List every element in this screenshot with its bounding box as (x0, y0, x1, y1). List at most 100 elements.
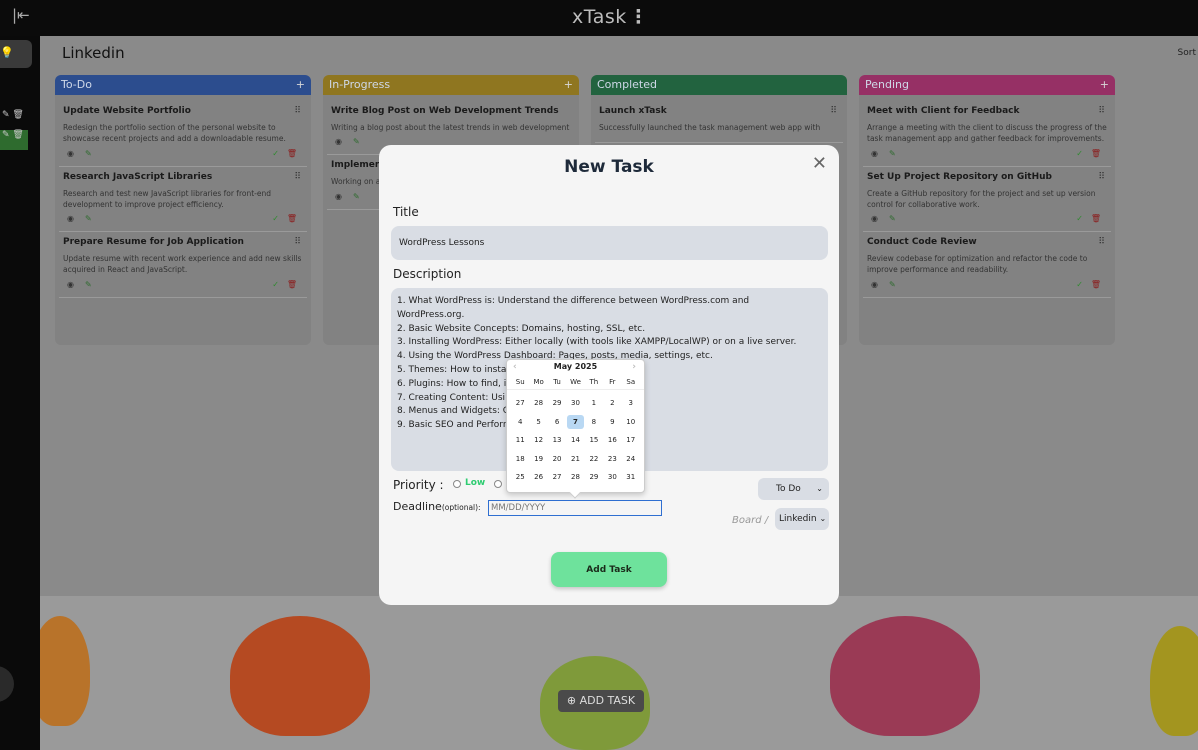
calendar-day[interactable]: 24 (623, 452, 639, 467)
calendar-day[interactable]: 31 (623, 470, 639, 485)
calendar-day[interactable]: 3 (623, 396, 639, 411)
sidebar-board-item-active[interactable]: ✎ 🗑 (0, 130, 28, 150)
title-input[interactable] (391, 226, 828, 260)
calendar-day[interactable]: 28 (530, 396, 546, 411)
calendar-day[interactable]: 2 (604, 396, 620, 411)
add-card-icon[interactable]: + (296, 78, 305, 91)
collapse-sidebar-icon[interactable]: |⇤ (12, 6, 30, 24)
task-card[interactable]: Meet with Client for Feedback ⠿ Arrange … (863, 101, 1111, 167)
calendar-day[interactable]: 11 (512, 433, 528, 448)
edit-icon[interactable]: ✎ (889, 214, 896, 223)
view-icon[interactable]: ◉ (67, 214, 74, 223)
calendar-day[interactable]: 30 (604, 470, 620, 485)
priority-low-radio[interactable] (453, 480, 461, 488)
calendar-day[interactable]: 8 (586, 415, 602, 430)
status-select[interactable]: To Do ⌄ (758, 478, 829, 500)
trash-icon[interactable]: 🗑 (1091, 280, 1101, 289)
calendar-day[interactable]: 16 (604, 433, 620, 448)
task-card[interactable]: Launch xTask ⠿ Successfully launched the… (595, 101, 843, 144)
edit-icon[interactable]: ✎ (889, 149, 896, 158)
trash-icon[interactable]: 🗑 (12, 130, 23, 140)
view-icon[interactable]: ◉ (67, 149, 74, 158)
drag-handle-icon[interactable]: ⠿ (294, 172, 301, 182)
next-month-icon[interactable]: › (632, 360, 636, 374)
calendar-day[interactable]: 20 (549, 452, 565, 467)
edit-icon[interactable]: ✎ (85, 280, 92, 289)
calendar-day[interactable]: 28 (567, 470, 583, 485)
kebab-icon[interactable]: ⋮ (629, 6, 649, 28)
calendar-day[interactable]: 17 (623, 433, 639, 448)
check-icon[interactable]: ✓ (1076, 149, 1083, 158)
calendar-day[interactable]: 14 (567, 433, 583, 448)
close-icon[interactable]: ✕ (812, 153, 827, 174)
task-card[interactable]: Update Website Portfolio ⠿ Redesign the … (59, 101, 307, 167)
trash-icon[interactable]: 🗑 (12, 110, 23, 120)
prev-month-icon[interactable]: ‹ (513, 360, 517, 374)
calendar-day[interactable]: 4 (512, 415, 528, 430)
view-icon[interactable]: ◉ (67, 280, 74, 289)
priority-medium-radio[interactable] (494, 480, 502, 488)
add-card-icon[interactable]: + (1100, 78, 1109, 91)
sort-button[interactable]: Sort (1178, 48, 1196, 58)
drag-handle-icon[interactable]: ⠿ (1098, 106, 1105, 116)
edit-icon[interactable]: ✎ (353, 137, 360, 146)
check-icon[interactable]: ✓ (1076, 214, 1083, 223)
priority-low-label[interactable]: Low (465, 478, 485, 488)
calendar-day[interactable]: 27 (549, 470, 565, 485)
drag-handle-icon[interactable]: ⠿ (294, 237, 301, 247)
calendar-day[interactable]: 23 (604, 452, 620, 467)
edit-icon[interactable]: ✎ (85, 214, 92, 223)
drag-handle-icon[interactable]: ⠿ (830, 106, 837, 116)
calendar-day[interactable]: 13 (549, 433, 565, 448)
calendar-day[interactable]: 29 (586, 470, 602, 485)
calendar-day[interactable]: 29 (549, 396, 565, 411)
check-icon[interactable]: ✓ (1076, 280, 1083, 289)
trash-icon[interactable]: 🗑 (287, 280, 297, 289)
view-icon[interactable]: ◉ (871, 280, 878, 289)
calendar-day[interactable]: 21 (567, 452, 583, 467)
edit-icon[interactable]: ✎ (353, 192, 360, 201)
calendar-day[interactable]: 10 (623, 415, 639, 430)
calendar-day[interactable]: 12 (530, 433, 546, 448)
trash-icon[interactable]: 🗑 (1091, 149, 1101, 158)
trash-icon[interactable]: 🗑 (287, 214, 297, 223)
task-card[interactable]: Prepare Resume for Job Application ⠿ Upd… (59, 232, 307, 298)
calendar-day[interactable]: 1 (586, 396, 602, 411)
view-icon[interactable]: ◉ (871, 149, 878, 158)
calendar-day[interactable]: 25 (512, 470, 528, 485)
drag-handle-icon[interactable]: ⠿ (294, 106, 301, 116)
task-card[interactable]: Research JavaScript Libraries ⠿ Research… (59, 167, 307, 232)
calendar-day[interactable]: 15 (586, 433, 602, 448)
view-icon[interactable]: ◉ (335, 192, 342, 201)
drag-handle-icon[interactable]: ⠿ (1098, 172, 1105, 182)
edit-icon[interactable]: ✎ (85, 149, 92, 158)
check-icon[interactable]: ✓ (272, 214, 279, 223)
calendar-day[interactable]: 6 (549, 415, 565, 430)
add-card-icon[interactable]: + (564, 78, 573, 91)
trash-icon[interactable]: 🗑 (1091, 214, 1101, 223)
calendar-day[interactable]: 18 (512, 452, 528, 467)
calendar-day[interactable]: 7 (567, 414, 584, 430)
drag-handle-icon[interactable]: ⠿ (1098, 237, 1105, 247)
board-select[interactable]: Linkedin ⌄ (775, 508, 829, 530)
sidebar-board-item[interactable]: ✎ 🗑 (0, 110, 28, 130)
add-task-fab[interactable]: ⊕ ADD TASK (558, 690, 644, 712)
add-task-button[interactable]: Add Task (551, 552, 667, 587)
calendar-day[interactable]: 9 (604, 415, 620, 430)
task-card[interactable]: Conduct Code Review ⠿ Review codebase fo… (863, 232, 1111, 298)
pencil-icon[interactable]: ✎ (2, 130, 10, 140)
calendar-day[interactable]: 27 (512, 396, 528, 411)
check-icon[interactable]: ✓ (272, 149, 279, 158)
calendar-day[interactable]: 19 (530, 452, 546, 467)
calendar-day[interactable]: 5 (530, 415, 546, 430)
sidebar-avatar[interactable] (0, 666, 14, 702)
deadline-input[interactable] (488, 500, 662, 516)
task-card[interactable]: Set Up Project Repository on GitHub ⠿ Cr… (863, 167, 1111, 232)
trash-icon[interactable]: 🗑 (287, 149, 297, 158)
calendar-day[interactable]: 30 (567, 396, 583, 411)
view-icon[interactable]: ◉ (871, 214, 878, 223)
check-icon[interactable]: ✓ (272, 280, 279, 289)
pencil-icon[interactable]: ✎ (2, 110, 10, 120)
edit-icon[interactable]: ✎ (889, 280, 896, 289)
calendar-day[interactable]: 22 (586, 452, 602, 467)
